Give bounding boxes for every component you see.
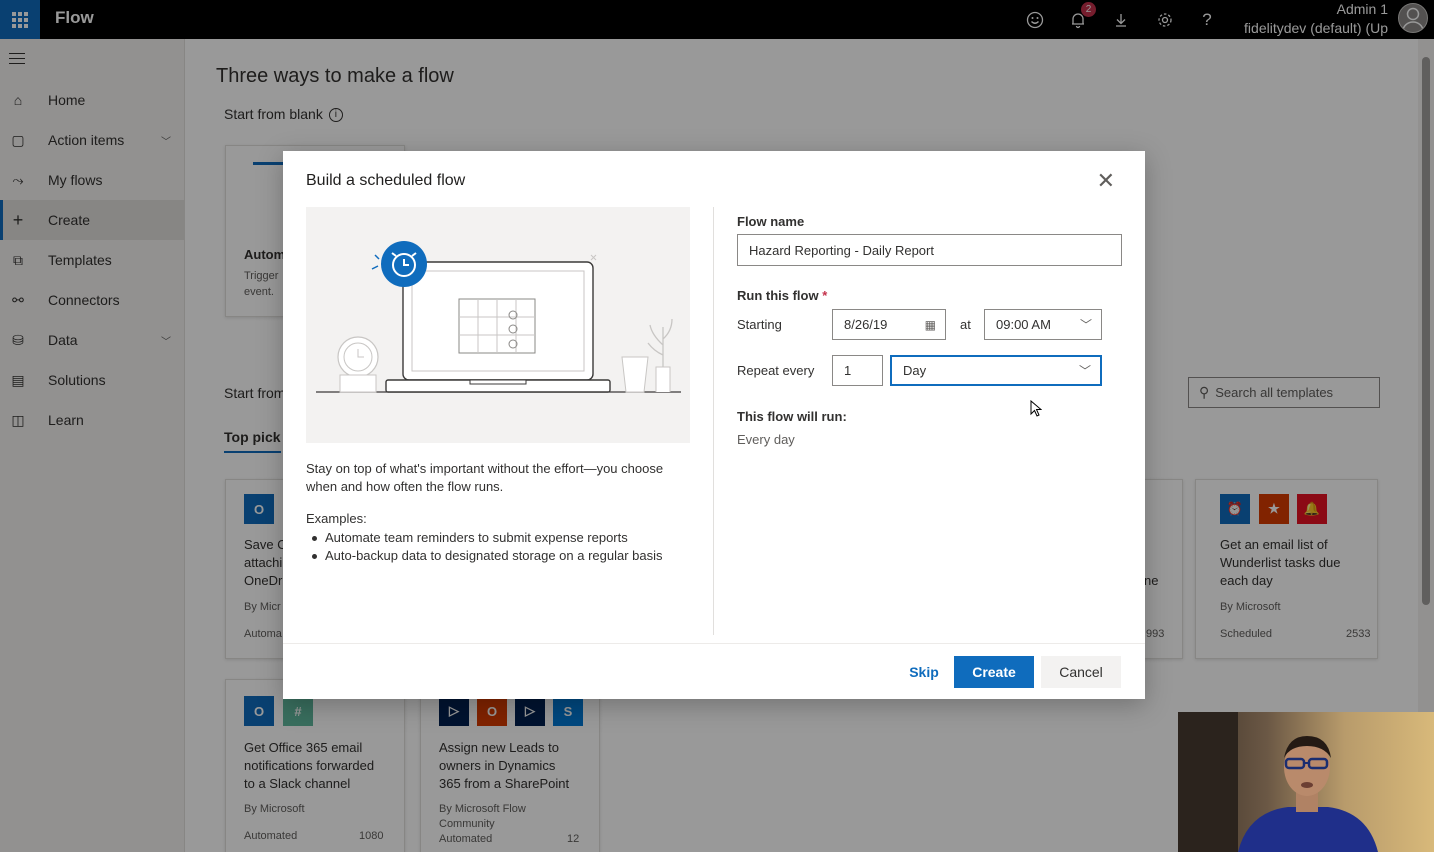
flow-name-input[interactable]: Hazard Reporting - Daily Report: [737, 234, 1122, 266]
footer-divider: [283, 643, 1145, 644]
chevron-down-icon: ﹀: [1078, 364, 1091, 378]
start-time-dropdown[interactable]: 09:00 AM ﹀: [984, 309, 1102, 340]
flow-name-label: Flow name: [737, 214, 805, 229]
dialog-title: Build a scheduled flow: [306, 172, 466, 189]
repeat-interval-value: 1: [844, 363, 852, 378]
examples-label: Examples:: [306, 511, 367, 526]
repeat-every-label: Repeat every: [737, 363, 815, 378]
repeat-interval-input[interactable]: 1: [832, 355, 883, 386]
skip-button[interactable]: Skip: [899, 656, 949, 688]
examples-list: Automate team reminders to submit expens…: [306, 529, 696, 565]
calendar-icon[interactable]: ▦: [925, 318, 936, 332]
example-item: Auto-backup data to designated storage o…: [306, 547, 696, 565]
mouse-cursor-icon: [1030, 400, 1042, 417]
dialog-description: Stay on top of what's important without …: [306, 461, 664, 494]
cancel-button[interactable]: Cancel: [1041, 656, 1121, 688]
at-label: at: [960, 317, 971, 332]
laptop-clock-illustration: [316, 241, 681, 393]
run-label-text: Run this flow: [737, 288, 819, 303]
presenter-image: [1178, 712, 1378, 852]
close-icon[interactable]: ✕: [1097, 170, 1115, 192]
column-divider: [713, 207, 714, 635]
scheduled-flow-dialog: Build a scheduled flow ✕ Stay on top of …: [283, 151, 1145, 699]
webcam-video: [1178, 712, 1434, 852]
repeat-unit-dropdown[interactable]: Day ﹀: [890, 355, 1102, 386]
start-date-value: 8/26/19: [844, 317, 888, 332]
required-mark: *: [822, 288, 828, 303]
scheduled-flow-illustration: [306, 207, 690, 443]
flow-name-value: Hazard Reporting - Daily Report: [749, 242, 934, 258]
start-date-picker[interactable]: 8/26/19 ▦: [832, 309, 946, 340]
start-time-value: 09:00 AM: [996, 317, 1051, 332]
repeat-unit-value: Day: [903, 363, 927, 378]
flow-will-run-label: This flow will run:: [737, 409, 847, 424]
run-this-flow-label: Run this flow *: [737, 288, 827, 303]
flow-will-run-value: Every day: [737, 432, 795, 447]
chevron-down-icon: ﹀: [1079, 318, 1092, 332]
starting-label: Starting: [737, 317, 782, 332]
create-button[interactable]: Create: [954, 656, 1034, 688]
example-item: Automate team reminders to submit expens…: [306, 529, 696, 547]
